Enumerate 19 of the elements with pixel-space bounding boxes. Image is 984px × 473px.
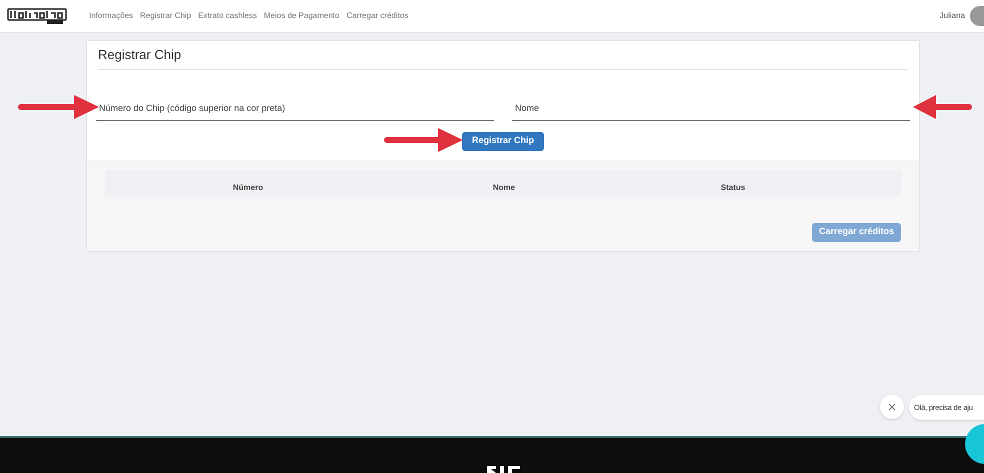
nav-link[interactable]: Carregar créditos xyxy=(346,10,408,22)
footer-logo-icon xyxy=(487,466,521,473)
close-icon xyxy=(888,403,896,411)
page-title: Registrar Chip xyxy=(98,45,908,70)
avatar[interactable] xyxy=(970,6,984,26)
nav-link[interactable]: Informações xyxy=(89,10,134,22)
input-field[interactable]: Número do Chip (código superior na cor preta) xyxy=(96,96,494,120)
input-field[interactable]: Nome xyxy=(512,96,910,120)
user-name[interactable]: Juliana xyxy=(940,10,965,22)
nav-link[interactable]: Registrar Chip xyxy=(140,10,192,22)
column-header: Status xyxy=(720,182,746,194)
logo[interactable] xyxy=(7,7,67,25)
arrow xyxy=(912,94,972,120)
close-button[interactable] xyxy=(880,395,904,419)
column-header: Número xyxy=(232,182,264,194)
column-header: Nome xyxy=(492,182,516,194)
register-button[interactable]: Registrar Chip xyxy=(462,132,544,150)
nav-link[interactable]: Extrato cashless xyxy=(198,10,257,22)
nav-link[interactable]: Meios de Pagamento xyxy=(264,10,340,22)
